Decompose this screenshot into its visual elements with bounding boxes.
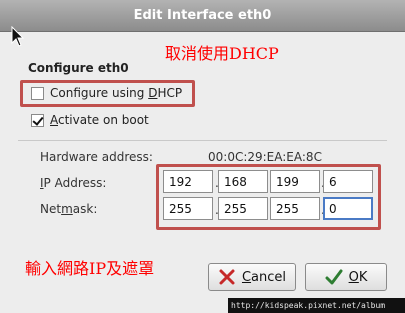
ok-label: OK — [348, 269, 368, 285]
ip-octet-3[interactable] — [270, 170, 320, 193]
mouse-pointer-icon — [11, 26, 25, 47]
dhcp-label: Configure using DHCP — [50, 86, 183, 100]
dhcp-checkbox[interactable] — [31, 86, 44, 100]
annotation-enter-ip-mask: 輸入網路IP及遮罩 — [25, 259, 155, 278]
cancel-x-icon — [219, 269, 235, 285]
netmask-octet-4[interactable] — [323, 197, 373, 220]
activate-on-boot-label: Activate on boot — [50, 113, 149, 127]
ip-octet-1[interactable] — [163, 170, 213, 193]
hardware-address-label: Hardware address: — [40, 150, 153, 164]
window-title: Edit Interface eth0 — [133, 8, 272, 23]
divider — [18, 140, 387, 141]
cancel-label: Cancel — [241, 269, 287, 285]
section-title: Configure eth0 — [28, 61, 129, 75]
netmask-octet-1[interactable] — [163, 197, 213, 220]
dhcp-checkbox-row[interactable]: Configure using DHCP — [31, 86, 182, 100]
activate-on-boot-row[interactable]: Activate on boot — [31, 113, 149, 127]
title-bar[interactable]: Edit Interface eth0 — [0, 0, 405, 32]
ok-check-icon — [325, 269, 343, 285]
annotation-disable-dhcp: 取消使用DHCP — [165, 44, 279, 63]
hardware-address-value: 00:0C:29:EA:EA:8C — [208, 150, 322, 164]
ip-octet-4[interactable] — [323, 170, 373, 193]
ip-address-label: IP Address: — [40, 176, 107, 190]
netmask-octet-3[interactable] — [270, 197, 320, 220]
watermark: http://kidspeak.pixnet.net/album — [228, 298, 405, 313]
ip-octet-2[interactable] — [218, 170, 268, 193]
activate-on-boot-checkbox[interactable] — [31, 113, 44, 127]
ok-button[interactable]: OK — [305, 263, 387, 291]
netmask-label: Netmask: — [40, 202, 98, 216]
cancel-button[interactable]: Cancel — [208, 263, 296, 291]
edit-interface-dialog: Edit Interface eth0 取消使用DHCP Configure e… — [0, 0, 405, 313]
netmask-octet-2[interactable] — [218, 197, 268, 220]
